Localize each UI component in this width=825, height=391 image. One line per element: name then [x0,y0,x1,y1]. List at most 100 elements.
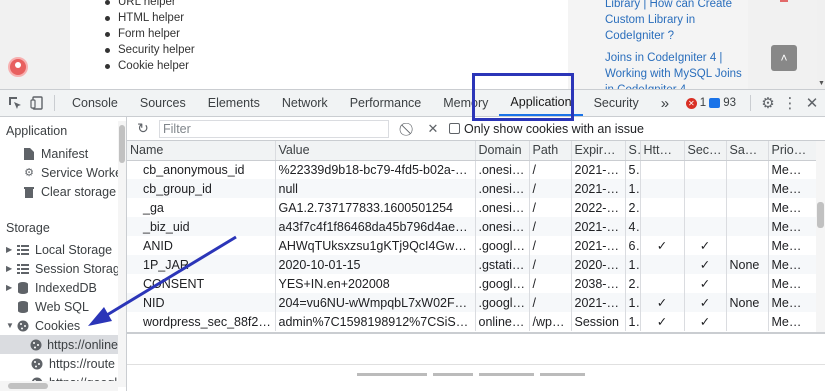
cell-name: _ga [127,198,276,217]
settings-gear-icon[interactable]: ⚙ [757,90,779,116]
cell-name: wordpress_sec_88f28… [127,312,276,331]
database-icon [16,281,30,295]
sidebar-item-service-workers[interactable]: ⚙ Service Workers [22,163,126,182]
cell-size: 1. [625,293,641,312]
column-header-expires[interactable]: Expire… [571,141,626,161]
tab-performance[interactable]: Performance [339,90,433,116]
expand-triangle-icon[interactable]: ▶ [6,245,16,254]
cell-path: / [529,274,572,293]
expand-triangle-icon[interactable]: ▶ [6,264,16,273]
column-header-samesite[interactable]: Sam… [726,141,769,161]
cell-size: 1. [625,312,641,331]
table-row[interactable]: cb_group_id null .onesi…/2021-… 1. Me… [127,179,817,198]
table-row[interactable]: wordpress_sec_88f28… admin%7C1598198912%7… [127,312,817,331]
column-header-httponly[interactable]: Htt… [640,141,685,161]
cell-expires: Session [571,312,626,331]
table-row[interactable]: 1P_JAR 2020-10-01-15 .gstati…/2020-… 1. ✓ Non… [127,255,817,274]
column-header-domain[interactable]: Domain [475,141,530,161]
collapse-triangle-icon[interactable]: ▼ [6,321,16,330]
cell-priority: Me… [768,312,817,331]
cookie-preview-content [127,364,825,391]
cell-httponly [640,217,685,236]
close-icon[interactable]: ✕ [801,90,823,116]
sidebar-vertical-scrollbar[interactable] [118,121,126,387]
page-scrollbar[interactable]: ▼ [817,0,825,89]
tab-sources[interactable]: Sources [129,90,197,116]
tab-memory[interactable]: Memory [432,90,499,116]
cell-name: CONSENT [127,274,276,293]
cell-expires: 2021-… [571,293,626,312]
column-header-value[interactable]: Value [275,141,476,161]
cell-expires: 2038-… [571,274,626,293]
cell-size: 1. [625,255,641,274]
sidebar-item-cookie-origin[interactable]: https://online [0,335,118,354]
delete-selected-icon[interactable]: ✕ [421,121,445,137]
table-row[interactable]: NID 204=vu6NU-wWmpqbL7xW02F2UO… .googl…/20… [127,293,817,312]
sidebar-item-cookies[interactable]: ▼ Cookies [6,316,80,335]
cell-secure [684,198,727,217]
tab-elements[interactable]: Elements [197,90,271,116]
tab-security[interactable]: Security [583,90,650,116]
related-post-link[interactable]: Library | How can Create Custom Library … [605,0,745,44]
column-header-name[interactable]: Name [127,141,276,161]
table-row[interactable]: CONSENT YES+IN.en+202008 .googl…/2038-… 2. ✓… [127,274,817,293]
table-vertical-scrollbar[interactable] [816,141,825,332]
more-tabs-icon[interactable]: » [650,90,680,116]
tab-console[interactable]: Console [61,90,129,116]
scroll-to-top-button[interactable]: ˄ [771,45,797,71]
column-header-path[interactable]: Path [529,141,572,161]
sidebar-item-local-storage[interactable]: ▶ Local Storage [6,240,112,259]
scrollbar-thumb[interactable] [119,125,125,163]
kebab-menu-icon[interactable]: ⋮ [779,90,801,116]
column-header-priority[interactable]: Prio… [768,141,817,161]
cell-samesite [726,312,769,331]
cell-samesite [726,217,769,236]
tab-application[interactable]: Application [499,90,583,116]
column-header-secure[interactable]: Sec… [684,141,727,161]
table-row[interactable]: cb_anonymous_id %22339d9b18-bc79-4fd5-b02… [127,160,817,179]
cell-name: NID [127,293,276,312]
checkbox-icon[interactable] [449,123,460,134]
related-post-link[interactable]: Joins in CodeIgniter 4 | Working with My… [605,50,745,89]
device-toolbar-icon[interactable] [26,90,48,116]
error-count: 1 [699,97,707,109]
cell-httponly [640,198,685,217]
cookie-icon [30,338,42,352]
clear-all-icon[interactable]: ⃠ [397,121,421,137]
error-icon: ✕ [685,97,697,109]
table-row[interactable]: ANID AHWqTUksxzsu1gKTj9QcI4Gw5svA… .googl…… [127,236,817,255]
inspect-element-icon[interactable] [4,90,26,116]
sidebar-item-cookie-origin[interactable]: https://route [30,354,115,373]
toolbar-divider [54,95,55,111]
issues-counter[interactable]: ✕ 1 93 [685,97,736,109]
filter-input[interactable] [159,119,389,138]
column-header-size[interactable]: S. [625,141,641,161]
sidebar-item-indexeddb[interactable]: ▶ IndexedDB [6,278,97,297]
message-count: 93 [723,97,736,109]
scrollbar-thumb[interactable] [8,383,48,389]
sidebar-heading-storage: Storage [6,221,50,235]
tab-network[interactable]: Network [271,90,339,116]
only-issues-checkbox[interactable]: Only show cookies with an issue [449,122,644,136]
sidebar-item-label: Local Storage [35,242,113,257]
cookie-filter-bar: ↻ ⃠ ✕ Only show cookies with an issue [127,117,825,141]
refresh-icon[interactable]: ↻ [131,120,155,137]
sidebar-item-label: IndexedDB [35,280,97,295]
sidebar-item-clear-storage[interactable]: Clear storage [22,182,116,201]
sidebar-item-web-sql[interactable]: Web SQL [16,297,89,316]
expand-triangle-icon[interactable]: ▶ [6,283,16,292]
scroll-down-arrow-icon[interactable]: ▼ [818,80,825,87]
table-row[interactable]: _ga GA1.2.737177833.1600501254 .onesi…/202… [127,198,817,217]
cell-priority: Me… [768,236,817,255]
scrollbar-thumb[interactable] [817,202,824,228]
grid-icon [16,243,30,257]
table-row[interactable]: _biz_uid a43f7c4f1f86468da45b796d4ae90… .o… [127,217,817,236]
cell-samesite [726,160,769,179]
cell-samesite: None [726,293,769,312]
sidebar-item-session-storage[interactable]: ▶ Session Storage [6,259,126,278]
sidebar-item-manifest[interactable]: Manifest [22,144,88,163]
cell-httponly [640,274,685,293]
cell-name: cb_anonymous_id [127,160,276,179]
floating-avatar-icon[interactable] [8,57,28,77]
sidebar-horizontal-scrollbar[interactable] [0,381,118,391]
